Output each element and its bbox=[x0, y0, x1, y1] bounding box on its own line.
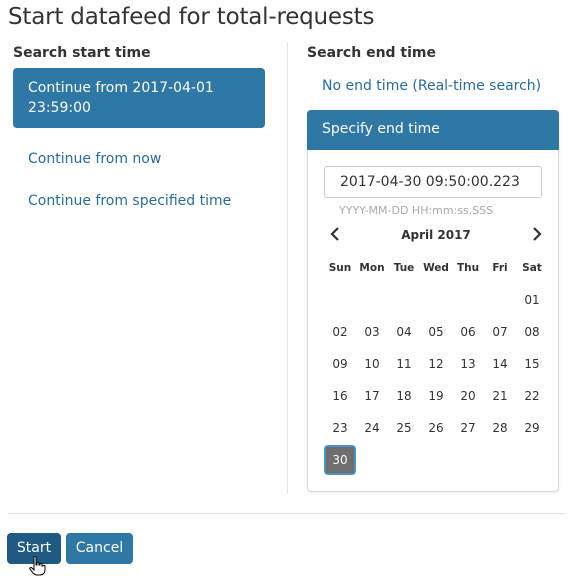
chevron-left-icon[interactable] bbox=[325, 226, 345, 246]
calendar-day[interactable]: 07 bbox=[484, 317, 516, 347]
weekday-label: Tue bbox=[393, 262, 415, 274]
calendar-day[interactable]: 24 bbox=[356, 413, 388, 443]
start-option-continue-from-date[interactable]: Continue from 2017-04-01 23:59:00 bbox=[13, 68, 265, 128]
end-option-no-end-time[interactable]: No end time (Real-time search) bbox=[322, 78, 541, 94]
calendar-day[interactable]: 02 bbox=[324, 317, 356, 347]
calendar-day[interactable]: 15 bbox=[516, 349, 548, 379]
calendar-day[interactable]: 17 bbox=[356, 381, 388, 411]
calendar-day[interactable]: 08 bbox=[516, 317, 548, 347]
weekday-label: Mon bbox=[359, 262, 385, 274]
calendar-day[interactable]: 20 bbox=[452, 381, 484, 411]
calendar-day[interactable]: 16 bbox=[324, 381, 356, 411]
cancel-button[interactable]: Cancel bbox=[66, 533, 133, 564]
weekday-label: Sat bbox=[522, 262, 542, 274]
calendar-day[interactable]: 26 bbox=[420, 413, 452, 443]
calendar-day[interactable]: 28 bbox=[484, 413, 516, 443]
chevron-right-icon[interactable] bbox=[527, 226, 547, 246]
calendar-day[interactable]: 23 bbox=[324, 413, 356, 443]
calendar-day[interactable]: 01 bbox=[516, 285, 548, 315]
calendar-day[interactable]: 14 bbox=[484, 349, 516, 379]
calendar-day[interactable]: 11 bbox=[388, 349, 420, 379]
end-time-input[interactable] bbox=[324, 166, 542, 198]
calendar-day[interactable]: 10 bbox=[356, 349, 388, 379]
hand-pointer-icon bbox=[29, 555, 47, 576]
search-start-heading: Search start time bbox=[13, 45, 151, 61]
calendar-day[interactable]: 12 bbox=[420, 349, 452, 379]
search-end-heading: Search end time bbox=[307, 45, 437, 61]
calendar-month-label: April 2017 bbox=[401, 228, 471, 242]
calendar-day[interactable]: 22 bbox=[516, 381, 548, 411]
start-option-specified-time[interactable]: Continue from specified time bbox=[13, 181, 265, 221]
calendar-day[interactable]: 03 bbox=[356, 317, 388, 347]
column-divider bbox=[287, 42, 288, 494]
weekday-label: Fri bbox=[492, 262, 508, 274]
weekday-label: Thu bbox=[456, 262, 480, 274]
calendar-day[interactable]: 09 bbox=[324, 349, 356, 379]
calendar-day[interactable]: 18 bbox=[388, 381, 420, 411]
calendar-day[interactable]: 19 bbox=[420, 381, 452, 411]
weekday-label: Wed bbox=[423, 262, 449, 274]
end-option-specify-end-time[interactable]: Specify end time bbox=[307, 110, 559, 150]
calendar-day-selected[interactable]: 30 bbox=[324, 445, 356, 475]
calendar-day[interactable]: 25 bbox=[388, 413, 420, 443]
calendar-day[interactable]: 29 bbox=[516, 413, 548, 443]
weekday-label: Sun bbox=[328, 262, 352, 274]
calendar-day[interactable]: 05 bbox=[420, 317, 452, 347]
calendar-day[interactable]: 13 bbox=[452, 349, 484, 379]
calendar-day[interactable]: 21 bbox=[484, 381, 516, 411]
calendar-day[interactable]: 06 bbox=[452, 317, 484, 347]
calendar-day[interactable]: 04 bbox=[388, 317, 420, 347]
calendar-day[interactable]: 27 bbox=[452, 413, 484, 443]
footer-divider bbox=[8, 513, 566, 514]
page-title: Start datafeed for total-requests bbox=[8, 4, 375, 30]
date-format-hint: YYYY-MM-DD HH:mm:ss.SSS bbox=[339, 204, 494, 217]
start-option-continue-from-now[interactable]: Continue from now bbox=[13, 139, 265, 179]
